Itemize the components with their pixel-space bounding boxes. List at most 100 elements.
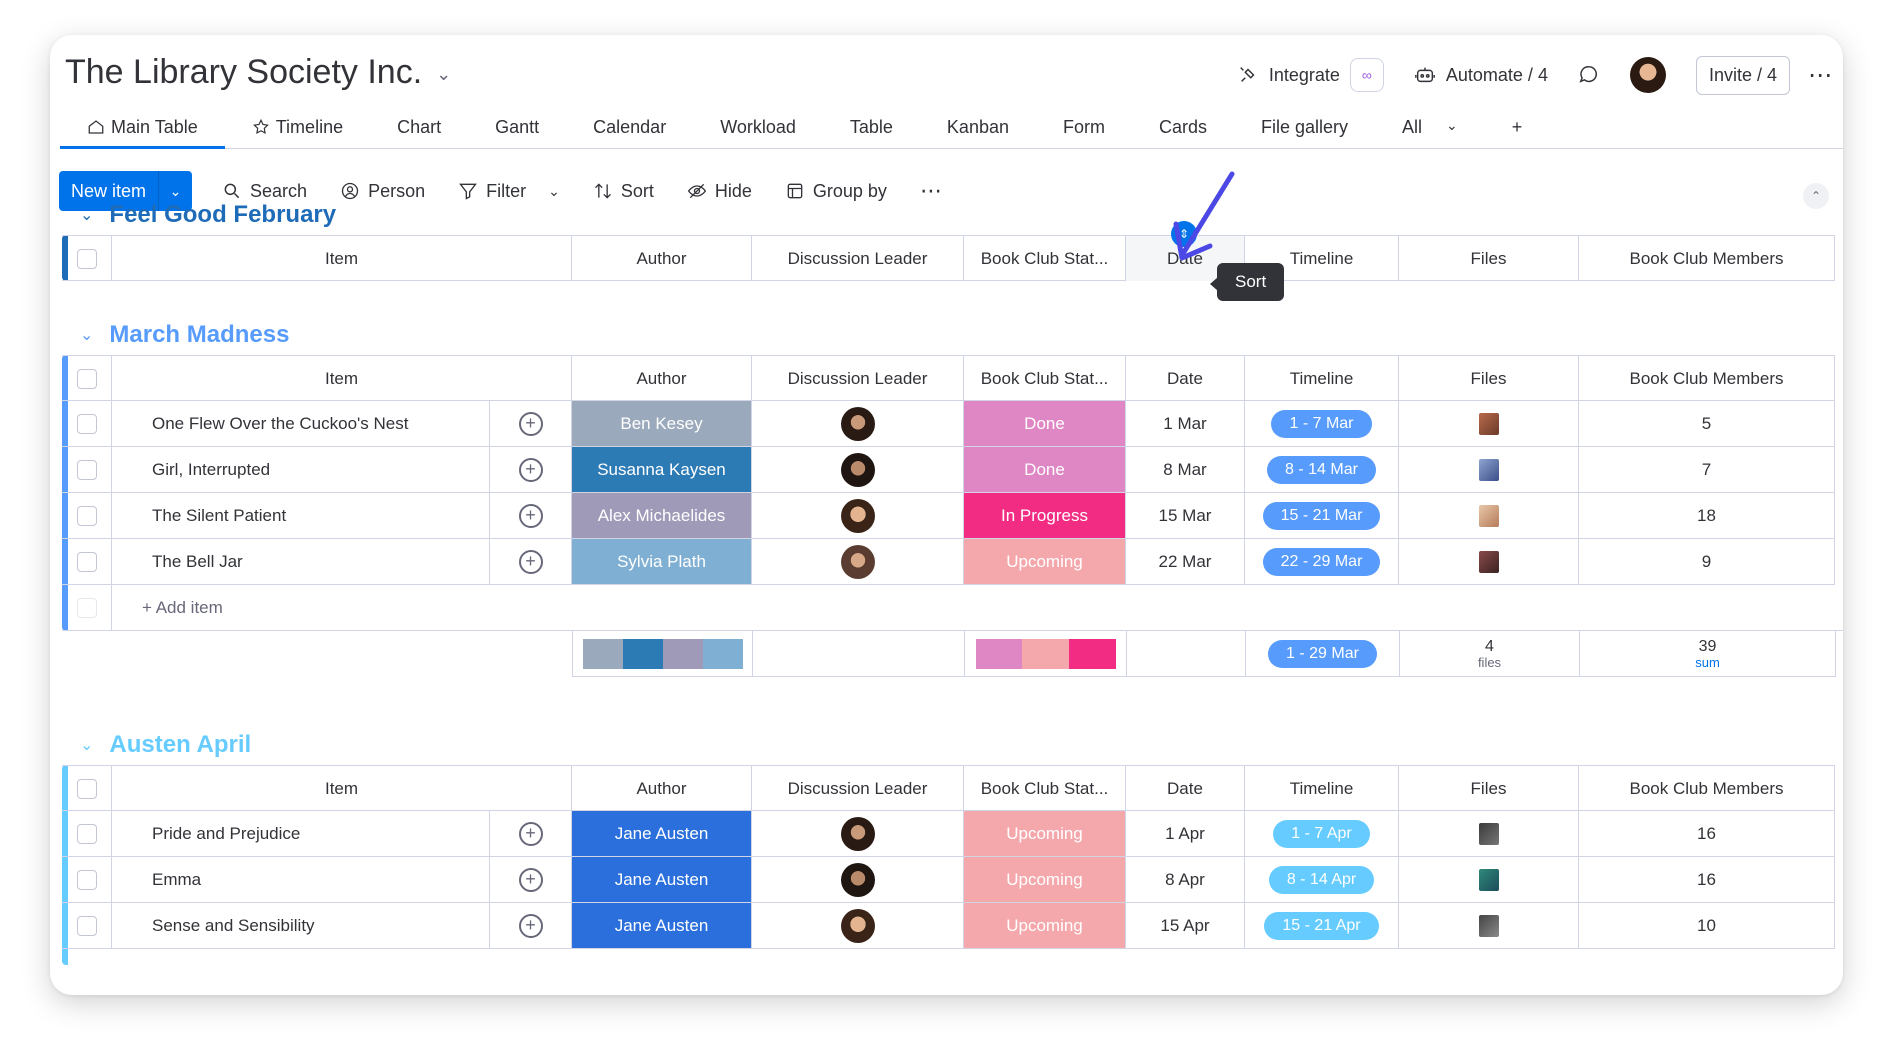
group-title-march[interactable]: ⌄ March Madness (80, 321, 289, 349)
members-sum-label[interactable]: sum (1695, 655, 1720, 670)
members-cell[interactable]: 5 (1579, 401, 1835, 446)
automate-button[interactable]: Automate / 4 (1414, 64, 1548, 86)
column-header-members[interactable]: Book Club Members (1579, 236, 1835, 281)
chevron-down-icon[interactable]: ⌄ (80, 735, 93, 755)
files-cell[interactable] (1399, 493, 1579, 538)
search-button[interactable]: Search (222, 181, 307, 202)
column-header-lead[interactable]: Discussion Leader (752, 356, 964, 401)
hide-button[interactable]: Hide (687, 181, 752, 202)
item-name-cell[interactable]: The Bell Jar (112, 539, 490, 584)
file-thumbnail[interactable] (1478, 868, 1499, 891)
discussion-leader-cell[interactable] (752, 401, 964, 446)
checkbox[interactable] (76, 368, 97, 389)
more-toolbar-icon[interactable]: ⋯ (920, 178, 942, 204)
avatar[interactable] (840, 908, 875, 943)
invite-button[interactable]: Invite / 4 (1695, 55, 1790, 95)
item-name-cell[interactable]: Girl, Interrupted (112, 447, 490, 492)
column-header-files[interactable]: Files (1399, 766, 1579, 811)
row-checkbox-cell[interactable] (62, 811, 112, 856)
file-thumbnail[interactable] (1478, 504, 1499, 527)
group-title-feb[interactable]: ⌄ Feel Good February (80, 201, 336, 229)
checkbox[interactable] (76, 248, 97, 269)
column-header-date[interactable]: Date (1126, 356, 1245, 401)
checkbox[interactable] (76, 823, 97, 844)
date-cell[interactable]: 15 Mar (1126, 493, 1245, 538)
discussion-leader-cell[interactable] (752, 447, 964, 492)
tab-file-gallery[interactable]: File gallery (1234, 107, 1375, 149)
status-cell[interactable]: Done (964, 447, 1126, 492)
add-update-cell[interactable]: + (490, 493, 572, 538)
checkbox[interactable] (76, 551, 97, 572)
column-header-item[interactable]: Item (112, 356, 572, 401)
discussion-leader-cell[interactable] (752, 857, 964, 902)
tab-chart[interactable]: Chart (370, 107, 468, 149)
status-cell[interactable]: In Progress (964, 493, 1126, 538)
add-update-icon[interactable]: + (518, 503, 543, 528)
select-all-checkbox[interactable] (62, 236, 112, 281)
discussion-leader-cell[interactable] (752, 811, 964, 856)
board-title[interactable]: The Library Society Inc. ⌄ (65, 53, 451, 92)
file-thumbnail[interactable] (1478, 550, 1499, 573)
column-header-files[interactable]: Files (1399, 236, 1579, 281)
checkbox[interactable] (76, 459, 97, 480)
item-name-cell[interactable]: Emma (112, 857, 490, 902)
column-header-timeline[interactable]: Timeline (1245, 766, 1399, 811)
author-cell[interactable]: Susanna Kaysen (572, 447, 752, 492)
chevron-down-icon[interactable]: ⌄ (436, 64, 451, 85)
timeline-cell[interactable]: 22 - 29 Mar (1245, 539, 1399, 584)
members-cell[interactable]: 16 (1579, 811, 1835, 856)
add-update-icon[interactable]: + (518, 913, 543, 938)
add-update-cell[interactable]: + (490, 857, 572, 902)
timeline-cell[interactable]: 15 - 21 Mar (1245, 493, 1399, 538)
files-cell[interactable] (1399, 857, 1579, 902)
status-cell[interactable]: Upcoming (964, 903, 1126, 948)
column-header-status[interactable]: Book Club Stat... (964, 236, 1126, 281)
column-header-timeline[interactable]: Timeline (1245, 356, 1399, 401)
row-checkbox-cell[interactable] (62, 401, 112, 446)
status-cell[interactable]: Upcoming (964, 539, 1126, 584)
row-checkbox-cell[interactable] (62, 493, 112, 538)
status-cell[interactable]: Upcoming (964, 811, 1126, 856)
chevron-down-icon[interactable]: ⌄ (80, 205, 93, 225)
members-cell[interactable]: 16 (1579, 857, 1835, 902)
add-update-cell[interactable]: + (490, 447, 572, 492)
avatar[interactable] (840, 498, 875, 533)
files-cell[interactable] (1399, 401, 1579, 446)
add-update-cell[interactable]: + (490, 903, 572, 948)
column-header-lead[interactable]: Discussion Leader (752, 766, 964, 811)
column-header-item[interactable]: Item (112, 766, 572, 811)
add-update-icon[interactable]: + (518, 411, 543, 436)
date-cell[interactable]: 1 Mar (1126, 401, 1245, 446)
tab-workload[interactable]: Workload (693, 107, 823, 149)
files-cell[interactable] (1399, 539, 1579, 584)
files-cell[interactable] (1399, 447, 1579, 492)
tab-gantt[interactable]: Gantt (468, 107, 566, 149)
add-update-icon[interactable]: + (518, 457, 543, 482)
members-cell[interactable]: 10 (1579, 903, 1835, 948)
person-filter-button[interactable]: Person (340, 181, 425, 202)
add-update-icon[interactable]: + (518, 821, 543, 846)
file-thumbnail[interactable] (1478, 412, 1499, 435)
column-header-lead[interactable]: Discussion Leader (752, 236, 964, 281)
avatar[interactable] (840, 544, 875, 579)
column-header-members[interactable]: Book Club Members (1579, 766, 1835, 811)
checkbox[interactable] (76, 413, 97, 434)
checkbox[interactable] (76, 869, 97, 890)
status-cell[interactable]: Done (964, 401, 1126, 446)
column-header-members[interactable]: Book Club Members (1579, 356, 1835, 401)
author-cell[interactable]: Sylvia Plath (572, 539, 752, 584)
files-cell[interactable] (1399, 811, 1579, 856)
user-avatar[interactable] (1629, 57, 1666, 93)
timeline-cell[interactable]: 15 - 21 Apr (1245, 903, 1399, 948)
add-update-cell[interactable]: + (490, 811, 572, 856)
timeline-cell[interactable]: 8 - 14 Apr (1245, 857, 1399, 902)
timeline-cell[interactable]: 1 - 7 Mar (1245, 401, 1399, 446)
integrate-button[interactable]: Integrate ∞ (1237, 58, 1384, 92)
add-update-icon[interactable]: + (518, 867, 543, 892)
checkbox[interactable] (76, 778, 97, 799)
column-header-author[interactable]: Author (572, 236, 752, 281)
members-cell[interactable]: 7 (1579, 447, 1835, 492)
avatar[interactable] (840, 452, 875, 487)
tab-kanban[interactable]: Kanban (920, 107, 1036, 149)
group-by-button[interactable]: Group by (785, 181, 887, 202)
